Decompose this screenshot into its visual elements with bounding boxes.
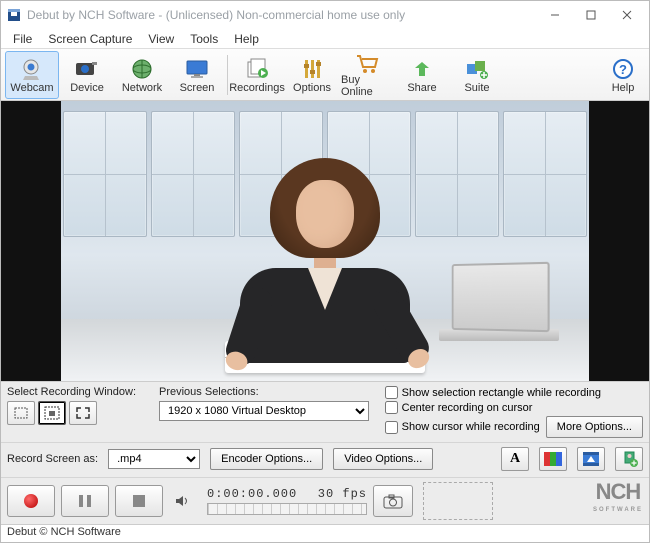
menu-file[interactable]: File <box>5 30 40 48</box>
toolbar-buy-online[interactable]: Buy Online <box>340 51 394 99</box>
record-as-label: Record Screen as: <box>7 453 98 465</box>
select-fullscreen-button[interactable] <box>69 401 97 425</box>
cart-icon <box>355 52 379 74</box>
effects-button[interactable] <box>577 447 605 471</box>
toolbar-options-label: Options <box>293 82 331 94</box>
previous-selections-select[interactable]: 1920 x 1080 Virtual Desktop <box>159 401 369 421</box>
toolbar-screen-label: Screen <box>180 82 215 94</box>
toolbar: Webcam Device Network Screen Recordings … <box>1 49 649 101</box>
pause-icon <box>78 494 92 508</box>
camera-icon <box>383 493 403 509</box>
record-button[interactable] <box>7 485 55 517</box>
select-window-label: Select Recording Window: <box>7 386 149 398</box>
toolbar-device-label: Device <box>70 82 104 94</box>
check-show-cursor[interactable]: Show cursor while recording <box>385 421 540 434</box>
menu-view[interactable]: View <box>140 30 182 48</box>
snapshot-button[interactable] <box>373 485 413 517</box>
webcam-icon <box>19 56 45 82</box>
toolbar-screen[interactable]: Screen <box>170 51 224 99</box>
toolbar-recordings-label: Recordings <box>229 82 285 94</box>
screen-icon <box>184 56 210 82</box>
toolbar-share-label: Share <box>407 82 436 94</box>
pause-button[interactable] <box>61 485 109 517</box>
toolbar-help-label: Help <box>612 82 635 94</box>
video-options-button[interactable]: Video Options... <box>333 448 433 470</box>
previous-selections-label: Previous Selections: <box>159 386 369 398</box>
select-window-button[interactable] <box>38 401 66 425</box>
close-button[interactable] <box>609 3 645 27</box>
fps-value: 30 fps <box>318 487 367 501</box>
maximize-button[interactable] <box>573 3 609 27</box>
toolbar-suite[interactable]: Suite <box>450 51 504 99</box>
select-rectangle-button[interactable] <box>7 401 35 425</box>
window-title: Debut by NCH Software - (Unlicensed) Non… <box>27 8 537 22</box>
record-icon <box>24 494 38 508</box>
color-adjust-button[interactable] <box>539 447 567 471</box>
timecode-value: 0:00:00.000 <box>207 487 297 501</box>
nch-logo: NCHSOFTWARE <box>593 483 643 519</box>
webcam-preview <box>61 101 589 381</box>
preview-drop-area[interactable] <box>423 482 493 520</box>
help-icon: ? <box>612 56 634 82</box>
toolbar-network[interactable]: Network <box>115 51 169 99</box>
toolbar-webcam[interactable]: Webcam <box>5 51 59 99</box>
app-icon <box>7 8 21 22</box>
check-show-rectangle[interactable]: Show selection rectangle while recording <box>385 386 643 399</box>
overlay-webcam-button[interactable] <box>615 447 643 471</box>
text-overlay-button[interactable]: A <box>501 447 529 471</box>
preview-area <box>1 101 649 381</box>
timeline-ruler[interactable] <box>207 503 367 515</box>
toolbar-recordings[interactable]: Recordings <box>230 51 284 99</box>
menu-help[interactable]: Help <box>226 30 267 48</box>
format-select[interactable]: .mp4 <box>108 449 200 469</box>
menu-screen-capture[interactable]: Screen Capture <box>40 30 140 48</box>
suite-icon <box>465 56 489 82</box>
stop-button[interactable] <box>115 485 163 517</box>
menu-bar: File Screen Capture View Tools Help <box>1 29 649 49</box>
toolbar-suite-label: Suite <box>464 82 489 94</box>
encoder-options-button[interactable]: Encoder Options... <box>210 448 323 470</box>
recordings-icon <box>245 56 269 82</box>
toolbar-buy-label: Buy Online <box>341 74 393 98</box>
more-options-button[interactable]: More Options... <box>546 416 643 438</box>
status-bar: Debut © NCH Software <box>1 524 649 542</box>
toolbar-options[interactable]: Options <box>285 51 339 99</box>
toolbar-device[interactable]: Device <box>60 51 114 99</box>
check-center-cursor[interactable]: Center recording on cursor <box>385 401 643 414</box>
toolbar-separator <box>227 55 228 95</box>
status-text: Debut © NCH Software <box>7 526 121 538</box>
speaker-icon[interactable] <box>175 494 191 508</box>
toolbar-share[interactable]: Share <box>395 51 449 99</box>
menu-tools[interactable]: Tools <box>182 30 226 48</box>
options-icon <box>301 56 323 82</box>
device-icon <box>74 56 100 82</box>
network-icon <box>130 56 154 82</box>
toolbar-network-label: Network <box>122 82 162 94</box>
svg-text:?: ? <box>619 62 627 77</box>
toolbar-help[interactable]: ? Help <box>602 51 644 99</box>
toolbar-webcam-label: Webcam <box>10 82 53 94</box>
share-icon <box>411 56 433 82</box>
minimize-button[interactable] <box>537 3 573 27</box>
stop-icon <box>132 494 146 508</box>
